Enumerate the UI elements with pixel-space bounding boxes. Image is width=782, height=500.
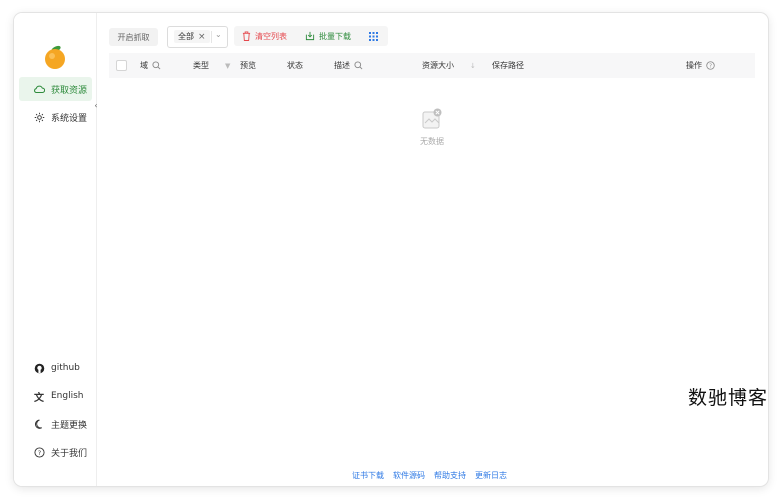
select-all-checkbox[interactable]: [116, 60, 127, 71]
column-label: 状态: [287, 61, 303, 70]
empty-text: 无数据: [420, 137, 444, 146]
resource-type-select[interactable]: 全部 × ⌄: [167, 26, 228, 48]
gear-icon: [33, 111, 45, 123]
column-label: 类型: [193, 61, 209, 70]
list-action-group: 清空列表 批量下载: [234, 26, 388, 46]
grid-icon[interactable]: [369, 29, 378, 43]
column-actions: 操作 ?: [686, 53, 715, 78]
footer-link-help[interactable]: 帮助支持: [434, 470, 466, 481]
column-label: 描述: [334, 61, 350, 70]
svg-text:?: ?: [709, 64, 712, 70]
footer-link-certificate[interactable]: 证书下载: [352, 470, 384, 481]
no-data-icon: [421, 108, 443, 130]
translate-icon: 文: [34, 392, 44, 404]
cloud-icon: [33, 83, 45, 95]
close-icon[interactable]: ×: [198, 32, 206, 42]
sidebar-item-github[interactable]: github: [19, 356, 92, 380]
clear-list-label: 清空列表: [255, 31, 287, 41]
footer-link-source[interactable]: 软件源码: [393, 470, 425, 481]
filter-icon[interactable]: ▼: [225, 62, 230, 70]
table-header: 域 类型 ▼ 预览 状态 描述 资源大小 ↓ 保存路径 操作 ?: [109, 53, 755, 78]
empty-state: 无数据: [404, 108, 460, 147]
orange-icon: [42, 44, 68, 70]
start-capture-button[interactable]: 开启抓取: [109, 28, 158, 46]
batch-download-button[interactable]: 批量下载: [305, 29, 351, 43]
selected-tag-label: 全部: [178, 32, 194, 41]
column-preview: 预览: [240, 53, 256, 78]
column-label: 域: [140, 61, 148, 70]
column-label: 预览: [240, 61, 256, 70]
column-size: 资源大小 ↓: [422, 53, 476, 78]
column-label: 操作: [686, 61, 702, 70]
github-icon: [33, 362, 45, 374]
sidebar-item-label: 系统设置: [51, 113, 88, 124]
trash-icon: [242, 31, 251, 41]
svg-text:?: ?: [37, 448, 40, 456]
sidebar: 获取资源 系统设置 github 文 English 主题更换 ? 关于我们: [14, 13, 97, 486]
sidebar-item-language[interactable]: 文 English: [19, 384, 92, 408]
sidebar-item-label: English: [51, 391, 84, 401]
sidebar-item-label: github: [51, 363, 80, 373]
moon-icon: [33, 418, 45, 430]
column-label: 保存路径: [492, 61, 524, 70]
column-domain: 域: [140, 53, 161, 78]
sort-icon[interactable]: ↓: [470, 62, 476, 70]
chevron-down-icon[interactable]: ⌄: [215, 30, 222, 39]
select-divider: [211, 31, 212, 43]
help-circle-icon: ?: [33, 446, 45, 458]
column-status: 状态: [287, 53, 303, 78]
sidebar-item-label: 主题更换: [51, 420, 88, 431]
sidebar-item-settings[interactable]: 系统设置: [19, 105, 92, 129]
help-circle-icon[interactable]: ?: [706, 61, 715, 70]
column-label: 资源大小: [422, 61, 454, 70]
footer-link-changelog[interactable]: 更新日志: [475, 470, 507, 481]
column-description: 描述: [334, 53, 363, 78]
sidebar-item-label: 关于我们: [51, 448, 88, 459]
batch-download-label: 批量下载: [319, 31, 351, 41]
collapse-sidebar-chevron-icon[interactable]: ‹: [92, 99, 100, 111]
search-icon[interactable]: [152, 61, 161, 70]
sidebar-item-about[interactable]: ? 关于我们: [19, 440, 92, 464]
app-window: 获取资源 系统设置 github 文 English 主题更换 ? 关于我们 ‹…: [14, 13, 768, 486]
download-icon: [305, 31, 315, 41]
column-type: 类型 ▼: [193, 53, 230, 78]
sidebar-item-label: 获取资源: [51, 85, 88, 96]
sidebar-item-theme[interactable]: 主题更换: [19, 412, 92, 436]
search-icon[interactable]: [354, 61, 363, 70]
selected-tag: 全部 ×: [174, 30, 210, 43]
sidebar-item-fetch-resources[interactable]: 获取资源: [19, 77, 92, 101]
clear-list-button[interactable]: 清空列表: [242, 29, 287, 43]
watermark: 数驰博客: [688, 387, 769, 409]
footer-links: 证书下载 软件源码 帮助支持 更新日志: [352, 470, 507, 481]
column-save-path: 保存路径: [492, 53, 524, 78]
